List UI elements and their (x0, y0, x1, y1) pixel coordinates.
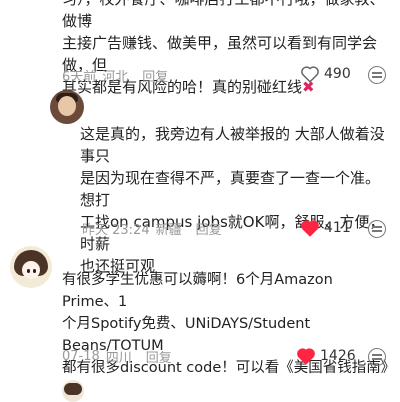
like-button[interactable]: 490 (300, 65, 351, 83)
heart-icon (301, 66, 319, 83)
comment-meta: 昨天 23:24 新疆 回复 (82, 219, 222, 238)
comment-2-text: 这是真的，我旁边有人被举报的 大部人做着没事只 是因为现在查得不严，真要查了一查… (80, 123, 385, 277)
comment-time: 6天前 (62, 70, 97, 85)
heart-icon (301, 220, 319, 237)
comment-meta: 6天前 河北 回复 (62, 66, 168, 85)
more-options-icon[interactable] (368, 66, 386, 84)
like-button[interactable]: 411 (300, 219, 351, 237)
comment-time: 07-18 (62, 349, 100, 364)
like-count: 490 (324, 66, 351, 82)
reply-button[interactable]: 回复 (196, 219, 222, 238)
avatar[interactable] (62, 380, 84, 402)
more-options-icon[interactable] (368, 348, 386, 366)
comment-line: 习），校外餐厅、咖啡店打工都不行哦，做家教、做博 (62, 0, 385, 30)
comment-time: 昨天 23:24 (82, 223, 150, 238)
like-count: 411 (324, 220, 351, 236)
comment-location: 四川 (105, 351, 132, 366)
like-count: 1426 (320, 348, 356, 364)
more-options-icon[interactable] (368, 220, 386, 238)
like-button[interactable]: 1426 (296, 347, 356, 365)
comment-location: 河北 (102, 70, 129, 85)
avatar[interactable] (50, 90, 84, 124)
comment-line: 有很多学生优惠可以薅啊！6个月Amazon Prime、1 (62, 272, 333, 310)
comment-line: 是因为现在查得不严，真要查了一查一个准。想打 (80, 169, 381, 209)
heart-icon (297, 348, 315, 365)
reply-button[interactable]: 回复 (146, 347, 172, 366)
comment-meta: 07-18 四川 回复 (62, 347, 172, 366)
comment-location: 新疆 (155, 223, 182, 238)
comment-line: 这是真的，我旁边有人被举报的 大部人做着没事只 (80, 125, 385, 165)
avatar[interactable] (10, 246, 52, 288)
reply-button[interactable]: 回复 (142, 66, 168, 85)
